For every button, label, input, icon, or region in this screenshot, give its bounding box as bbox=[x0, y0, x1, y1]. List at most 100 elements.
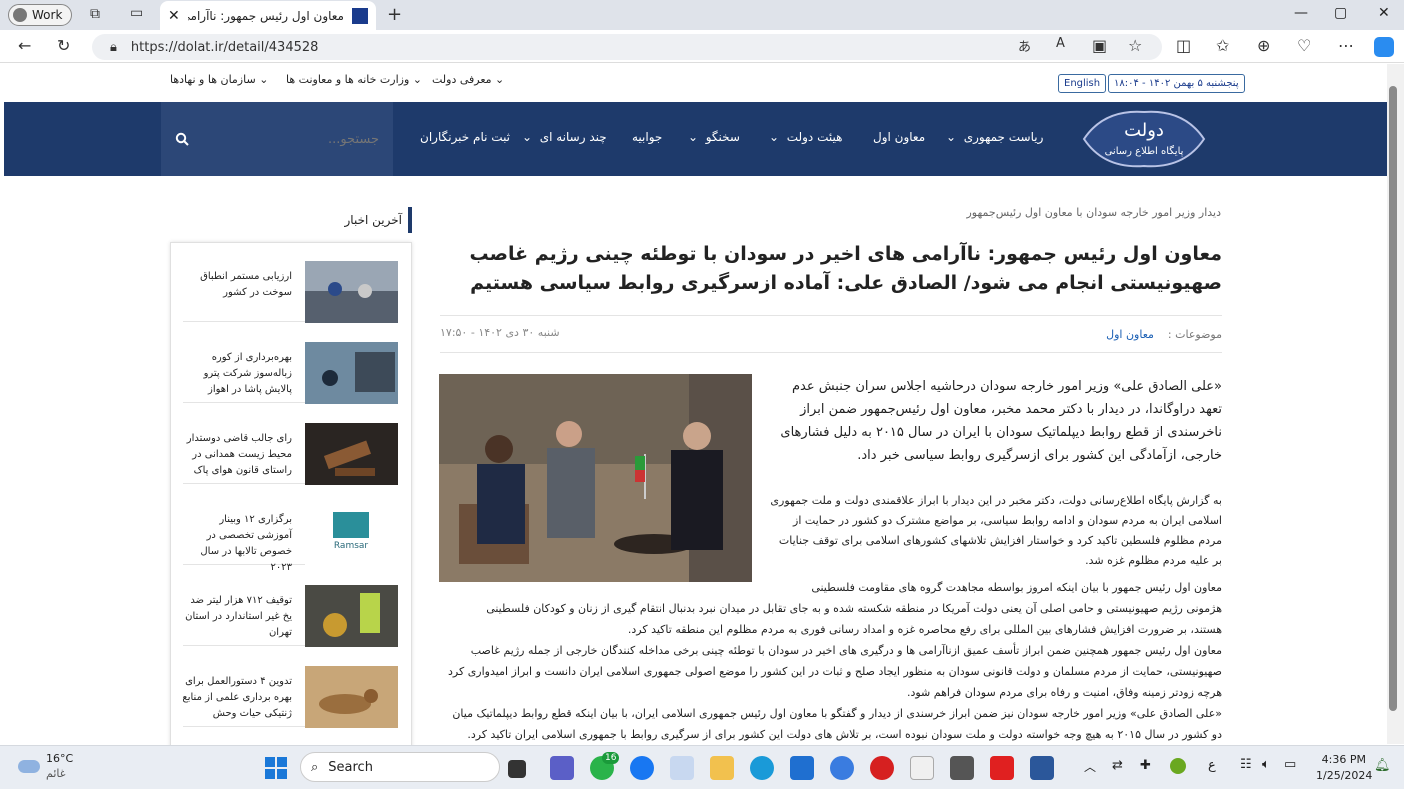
close-window-icon[interactable]: ✕ bbox=[1378, 5, 1390, 21]
nav-first-vp[interactable]: معاون اول bbox=[873, 130, 925, 144]
immersive-reader-icon[interactable]: ▣ bbox=[1092, 36, 1107, 55]
news-title: رای جالب قاضی دوستدار محیط زیست همدانی د… bbox=[186, 433, 292, 476]
topnav-ministries[interactable]: ⌄ وزارت خانه ها و معاونت ها bbox=[286, 73, 422, 86]
nav-reporters[interactable]: ثبت نام خبرنگاران bbox=[420, 130, 510, 144]
search-input[interactable] bbox=[229, 131, 379, 147]
nav-spokesman-label: سخنگو bbox=[705, 130, 740, 144]
search-icon[interactable] bbox=[175, 132, 189, 146]
maximize-icon[interactable]: ▢ bbox=[1334, 5, 1347, 21]
chevron-up-icon[interactable]: ︿ bbox=[1084, 758, 1096, 775]
app-icon[interactable] bbox=[670, 756, 694, 780]
workspaces-icon[interactable]: ⧉ bbox=[90, 6, 100, 22]
refresh-icon[interactable]: ↻ bbox=[57, 36, 70, 55]
news-thumb bbox=[305, 585, 398, 647]
clock[interactable]: 4:36 PM 1/25/2024 bbox=[1316, 752, 1372, 784]
more-icon[interactable]: ⋯ bbox=[1338, 36, 1354, 55]
url-text: https://dolat.ir/detail/434528 bbox=[130, 39, 319, 55]
favorites-icon[interactable]: ✩ bbox=[1216, 36, 1229, 55]
tray-sync-icon[interactable]: ⇄ bbox=[1112, 758, 1123, 773]
article-line: هرچه زودتر زمینه وفاق، امنیت و رفاه برای… bbox=[906, 686, 1222, 699]
lock-icon: 🔒︎ bbox=[110, 39, 117, 55]
site-logo[interactable]: دولت پایگاه اطلاع رسانی bbox=[1074, 104, 1214, 174]
keyboard-language[interactable]: ع bbox=[1208, 758, 1216, 773]
wifi-icon[interactable]: ☷ bbox=[1240, 757, 1252, 772]
facebook-icon[interactable] bbox=[630, 756, 654, 780]
ramsar-logo-text: Ramsar bbox=[334, 541, 369, 551]
address-bar[interactable]: 🔒︎ https://dolat.ir/detail/434528 bbox=[92, 34, 1162, 60]
tab-actions-icon[interactable]: ▭ bbox=[130, 5, 143, 21]
nav-reply[interactable]: جوابیه bbox=[632, 130, 662, 144]
tray-app-icon[interactable]: ✚ bbox=[1140, 758, 1151, 773]
search-box[interactable] bbox=[161, 102, 393, 176]
messaging-icon[interactable] bbox=[830, 756, 854, 780]
breadcrumb[interactable]: دیدار وزیر امور خارجه سودان با معاون اول… bbox=[760, 206, 1221, 219]
new-tab-icon[interactable]: + bbox=[387, 4, 402, 25]
nav-cabinet[interactable]: هیئت دولت ⌄ bbox=[769, 130, 842, 144]
article-line: معاون اول رئیس جمهور همچنین ضمن ابراز تأ… bbox=[470, 644, 1222, 657]
news-title: بهره‌برداری از کوره زباله‌سوز شرکت پترو … bbox=[203, 352, 292, 395]
article-lead: «علی الصادق علی» وزیر امور خارجه سودان د… bbox=[780, 379, 1222, 463]
edge-icon[interactable] bbox=[750, 756, 774, 780]
nav-presidency-label: ریاست جمهوری bbox=[963, 130, 1044, 144]
favicon-icon bbox=[352, 7, 368, 24]
task-view-icon[interactable] bbox=[508, 760, 526, 778]
notification-bell-icon[interactable]: 🔔︎ bbox=[1374, 758, 1391, 773]
taskbar-search-label: Search bbox=[328, 759, 373, 775]
word-icon[interactable] bbox=[1030, 756, 1054, 780]
news-item[interactable]: رای جالب قاضی دوستدار محیط زیست همدانی د… bbox=[183, 404, 398, 485]
topics-label: موضوعات : bbox=[1167, 328, 1222, 341]
collections-icon[interactable]: ⊕ bbox=[1257, 36, 1270, 55]
page-title: معاون اول رئیس جمهور: ناآرامی های اخیر د… bbox=[469, 243, 1222, 294]
camera-icon[interactable] bbox=[950, 756, 974, 780]
favorite-star-icon[interactable]: ☆ bbox=[1128, 36, 1142, 55]
topnav-orgs-label: سازمان ها و نهادها bbox=[170, 73, 256, 86]
minimize-icon[interactable]: — bbox=[1294, 5, 1308, 21]
tray-security-icon[interactable] bbox=[1170, 758, 1186, 774]
split-screen-icon[interactable]: ◫ bbox=[1176, 36, 1191, 55]
translate-icon[interactable]: あ bbox=[1018, 36, 1031, 55]
article-line: «علی الصادق علی» وزیر امور خارجه سودان ن… bbox=[452, 707, 1222, 720]
notepad-icon[interactable] bbox=[910, 756, 934, 780]
mail-icon[interactable] bbox=[790, 756, 814, 780]
article-line: هژمونی رژیم صهیونیستی و حامی اصلی آن یعن… bbox=[486, 602, 1222, 615]
nav-presidency[interactable]: ریاست جمهوری ⌄ bbox=[946, 130, 1043, 144]
volume-icon[interactable]: 🔈︎ bbox=[1262, 757, 1270, 772]
logo-subtitle: پایگاه اطلاع رسانی bbox=[1105, 145, 1184, 157]
topnav-ministries-label: وزارت خانه ها و معاونت ها bbox=[286, 73, 410, 86]
opera-icon[interactable] bbox=[870, 756, 894, 780]
article-photo bbox=[439, 374, 752, 582]
news-item[interactable]: توقیف ۷۱۲ هزار لیتر ضد یخ غیر استاندارد … bbox=[183, 566, 398, 647]
clock-time: 4:36 PM bbox=[1321, 753, 1366, 766]
nav-multimedia-label: چند رسانه ای bbox=[539, 130, 607, 144]
news-title: ارزیابی مستمر انطباق سوخت در کشور bbox=[200, 271, 292, 298]
file-explorer-icon[interactable] bbox=[710, 756, 734, 780]
battery-icon[interactable]: ▭ bbox=[1284, 757, 1296, 772]
topnav-about[interactable]: ⌄ معرفی دولت bbox=[432, 73, 504, 86]
news-thumb bbox=[305, 342, 398, 404]
close-tab-icon[interactable]: ✕ bbox=[168, 8, 180, 24]
copilot-icon[interactable] bbox=[1374, 37, 1394, 57]
back-icon[interactable]: ← bbox=[18, 36, 31, 55]
cloud-icon bbox=[18, 759, 40, 773]
topnav-orgs[interactable]: ⌄ سازمان ها و نهادها bbox=[170, 73, 268, 86]
profile-button[interactable]: Work bbox=[8, 4, 72, 26]
news-item[interactable]: ارزیابی مستمر انطباق سوخت در کشور bbox=[183, 242, 398, 323]
topic-link[interactable]: معاون اول bbox=[1106, 328, 1154, 341]
news-item[interactable]: بهره‌برداری از کوره زباله‌سوز شرکت پترو … bbox=[183, 323, 398, 404]
news-item[interactable]: Ramsar برگزاری ۱۲ وبینار آموزشی تخصصی در… bbox=[183, 485, 398, 573]
whatsapp-badge: 16 bbox=[602, 752, 620, 764]
english-button[interactable]: English bbox=[1058, 74, 1107, 93]
youtube-icon[interactable] bbox=[990, 756, 1014, 780]
teams-icon[interactable] bbox=[550, 756, 574, 780]
taskbar-search[interactable]: ⌕ Search bbox=[300, 752, 500, 782]
browser-essentials-icon[interactable]: ♡ bbox=[1297, 36, 1311, 55]
start-icon[interactable] bbox=[265, 757, 287, 779]
scrollbar-thumb[interactable] bbox=[1389, 86, 1397, 711]
nav-multimedia[interactable]: چند رسانه ای ⌄ bbox=[522, 130, 607, 144]
weather-widget[interactable]: 16°C غائم bbox=[18, 751, 73, 781]
news-item[interactable]: تدوین ۴ دستورالعمل برای بهره برداری علمی… bbox=[182, 647, 398, 728]
news-thumb: Ramsar bbox=[305, 504, 398, 566]
read-aloud-icon[interactable]: A bbox=[1056, 36, 1065, 51]
browser-tab[interactable]: معاون اول رئیس جمهور: ناآرامی ها ✕ bbox=[160, 1, 376, 30]
nav-spokesman[interactable]: سخنگو ⌄ bbox=[688, 130, 740, 144]
